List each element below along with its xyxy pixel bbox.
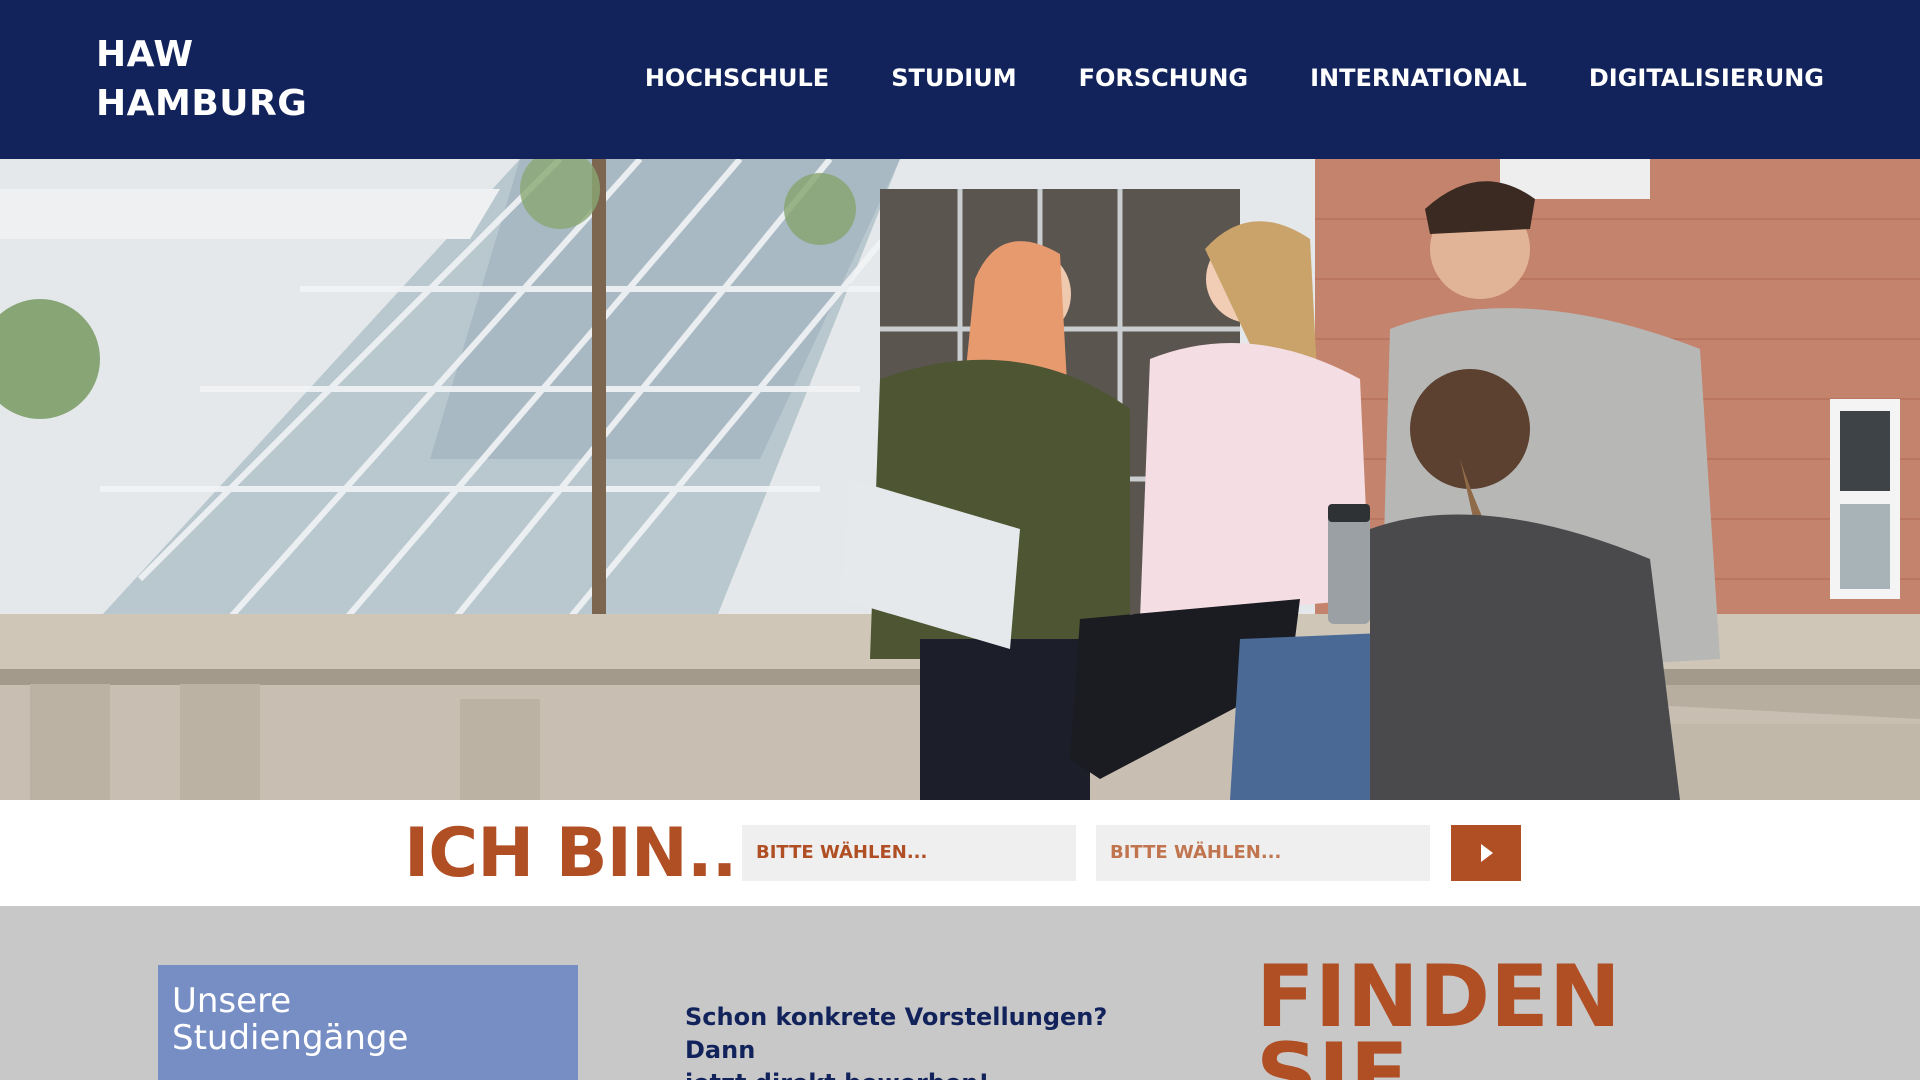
play-triangle-icon — [1481, 844, 1493, 862]
site-header: HAW HAMBURG HOCHSCHULE STUDIUM FORSCHUNG… — [0, 0, 1920, 159]
go-button[interactable] — [1451, 825, 1521, 881]
logo[interactable]: HAW HAMBURG — [96, 30, 307, 128]
hero-photo-illustration — [0, 159, 1920, 800]
nav-item-digitalisierung[interactable]: DIGITALISIERUNG — [1589, 62, 1824, 94]
nav-item-studium[interactable]: STUDIUM — [891, 62, 1016, 94]
hero-image — [0, 159, 1920, 800]
card-title-line-2: Studiengänge — [172, 1018, 409, 1058]
role-select-1[interactable]: BITTE WÄHLEN... — [742, 825, 1076, 881]
ich-bin-heading: ICH BIN... — [404, 814, 762, 893]
role-selector-bar: ICH BIN... BITTE WÄHLEN... BITTE WÄHLEN.… — [0, 800, 1920, 906]
nav-item-hochschule[interactable]: HOCHSCHULE — [645, 62, 829, 94]
apply-line-2: jetzt direkt bewerben! — [685, 1067, 1165, 1080]
apply-link[interactable]: Schon konkrete Vorstellungen? Dann jetzt… — [685, 1001, 1165, 1080]
role-select-2[interactable]: BITTE WÄHLEN... — [1096, 825, 1430, 881]
logo-line-1: HAW — [96, 34, 194, 75]
teaser-section: Unsere Studiengänge Schon konkrete Vorst… — [0, 906, 1920, 1080]
nav-item-forschung[interactable]: FORSCHUNG — [1079, 62, 1249, 94]
card-title-line-1: Unsere — [172, 981, 292, 1021]
logo-line-2: HAMBURG — [96, 83, 308, 124]
main-nav: HOCHSCHULE STUDIUM FORSCHUNG INTERNATION… — [645, 62, 1824, 94]
finden-sie-heading: FINDEN SIE — [1256, 954, 1621, 1080]
apply-line-1: Schon konkrete Vorstellungen? Dann — [685, 1003, 1108, 1064]
studiengaenge-card[interactable]: Unsere Studiengänge — [158, 965, 578, 1080]
nav-item-international[interactable]: INTERNATIONAL — [1310, 62, 1527, 94]
